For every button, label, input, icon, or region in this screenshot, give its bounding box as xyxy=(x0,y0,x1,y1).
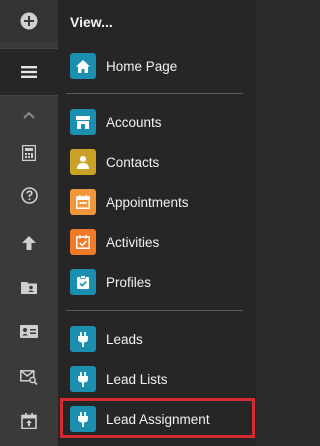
menu-item-leads[interactable]: Leads xyxy=(58,319,256,359)
selection-highlight xyxy=(60,398,255,438)
menu-item-appointments[interactable]: Appointments xyxy=(58,182,256,222)
calendar-icon xyxy=(70,189,96,215)
upload-arrow-icon xyxy=(22,236,36,250)
menu-item-label: Accounts xyxy=(106,114,162,130)
menu-item-accounts[interactable]: Accounts xyxy=(58,102,256,142)
divider xyxy=(66,93,243,94)
menu-item-label: Home Page xyxy=(106,58,178,74)
panel-title: View... xyxy=(70,14,113,30)
plug-icon xyxy=(70,366,96,392)
store-icon xyxy=(70,109,96,135)
mail-search-button[interactable] xyxy=(0,362,58,392)
menu-button[interactable] xyxy=(0,48,58,96)
calculator-icon xyxy=(22,145,36,161)
menu-item-lead-lists[interactable]: Lead Lists xyxy=(58,359,256,399)
menu-icon xyxy=(21,66,37,78)
plug-icon xyxy=(70,326,96,352)
calculator-button[interactable] xyxy=(0,138,58,168)
mail-search-icon xyxy=(20,369,38,385)
menu-item-home-page[interactable]: Home Page xyxy=(58,46,256,86)
divider xyxy=(66,310,243,311)
menu-item-label: Contacts xyxy=(106,154,160,170)
person-icon xyxy=(70,149,96,175)
menu-item-contacts[interactable]: Contacts xyxy=(58,142,256,182)
menu-item-label: Leads xyxy=(106,331,143,347)
home-icon xyxy=(70,53,96,79)
contact-folder-icon xyxy=(21,281,37,294)
menu-item-label: Lead Lists xyxy=(106,371,168,387)
upload-button[interactable] xyxy=(0,228,58,258)
contact-folder-button[interactable] xyxy=(0,272,58,302)
view-menu-panel: View... Home Page Accounts Contacts Appo… xyxy=(58,0,256,446)
menu-item-activities[interactable]: Activities xyxy=(58,222,256,262)
scroll-up-button[interactable] xyxy=(0,102,58,128)
id-card-icon xyxy=(20,324,38,338)
clipboard-check-icon xyxy=(70,269,96,295)
id-card-button[interactable] xyxy=(0,316,58,346)
help-button[interactable] xyxy=(0,180,58,210)
help-icon xyxy=(20,186,38,204)
add-button[interactable] xyxy=(0,0,58,42)
plus-circle-icon xyxy=(20,12,38,30)
menu-item-label: Appointments xyxy=(106,194,189,210)
icon-rail xyxy=(0,0,58,446)
calendar-check-icon xyxy=(70,229,96,255)
chevron-up-icon xyxy=(23,111,35,119)
calendar-export-icon xyxy=(21,413,37,429)
calendar-export-button[interactable] xyxy=(0,406,58,436)
menu-item-label: Profiles xyxy=(106,274,152,290)
menu-item-label: Activities xyxy=(106,234,160,250)
menu-item-profiles[interactable]: Profiles xyxy=(58,262,256,302)
